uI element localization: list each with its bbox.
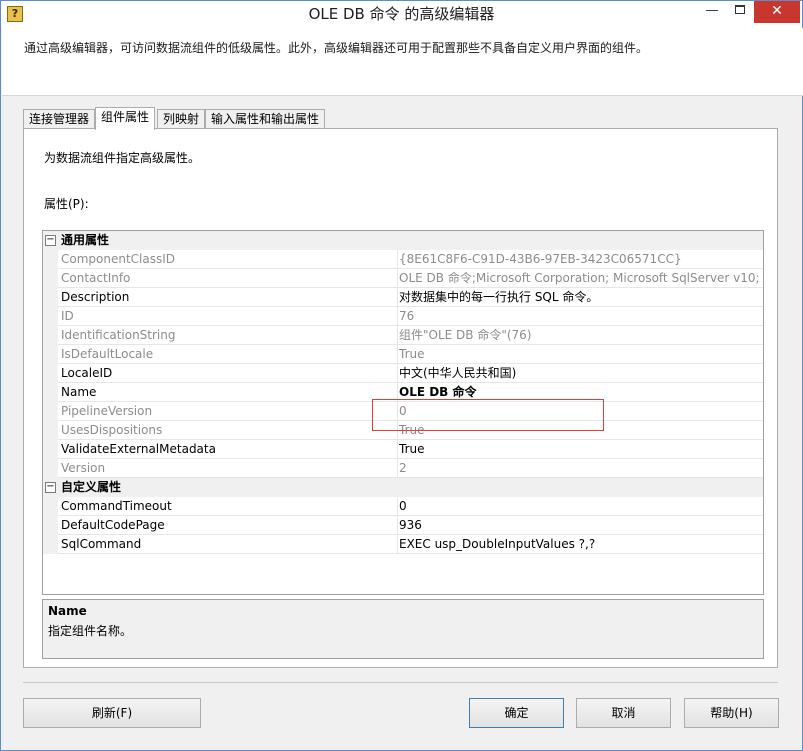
component-properties-panel: 为数据流组件指定高级属性。 属性(P): − 通用属性 ComponentCla… bbox=[23, 128, 778, 668]
property-row[interactable]: SqlCommand EXEC usp_DoubleInputValues ?,… bbox=[43, 535, 763, 554]
property-name: Name bbox=[58, 383, 398, 402]
property-name: ContactInfo bbox=[58, 269, 398, 288]
tab-column-mappings[interactable]: 列映射 bbox=[157, 109, 206, 129]
header-description: 通过高级编辑器，可访问数据流组件的低级属性。此外，高级编辑器还可用于配置那些不具… bbox=[24, 41, 649, 55]
help-button[interactable]: 帮助(H) bbox=[684, 698, 779, 728]
property-value[interactable]: True bbox=[398, 345, 763, 364]
category-common-properties[interactable]: − 通用属性 bbox=[43, 231, 763, 250]
tab-connection-managers[interactable]: 连接管理器 bbox=[23, 109, 96, 129]
tab-input-output-properties[interactable]: 输入属性和输出属性 bbox=[205, 109, 326, 129]
panel-description: 为数据流组件指定高级属性。 bbox=[44, 151, 201, 165]
close-button[interactable]: ✕ bbox=[754, 1, 800, 23]
collapse-icon[interactable]: − bbox=[45, 482, 56, 493]
property-name: SqlCommand bbox=[58, 535, 398, 554]
property-name: UsesDispositions bbox=[58, 421, 398, 440]
property-value[interactable]: {8E61C8F6-C91D-43B6-97EB-3423C06571CC} bbox=[398, 250, 763, 269]
property-value[interactable]: 2 bbox=[398, 459, 763, 478]
advanced-editor-window: ? OLE DB 命令 的高级编辑器 — ✕ 通过高级编辑器，可访问数据流组件的… bbox=[0, 0, 803, 751]
property-value[interactable]: True bbox=[398, 440, 763, 459]
property-row[interactable]: ComponentClassID {8E61C8F6-C91D-43B6-97E… bbox=[43, 250, 763, 269]
property-row[interactable]: ContactInfo OLE DB 命令;Microsoft Corporat… bbox=[43, 269, 763, 288]
property-name: IdentificationString bbox=[58, 326, 398, 345]
category-custom-properties[interactable]: − 自定义属性 bbox=[43, 478, 763, 497]
property-value[interactable]: 组件"OLE DB 命令"(76) bbox=[398, 326, 763, 345]
property-row[interactable]: Description 对数据集中的每一行执行 SQL 命令。 bbox=[43, 288, 763, 307]
title-bar: ? OLE DB 命令 的高级编辑器 — ✕ bbox=[1, 1, 802, 28]
ok-button[interactable]: 确定 bbox=[469, 698, 564, 728]
property-name: ValidateExternalMetadata bbox=[58, 440, 398, 459]
properties-label: 属性(P): bbox=[44, 197, 89, 211]
cancel-button[interactable]: 取消 bbox=[576, 698, 671, 728]
maximize-button[interactable] bbox=[726, 1, 754, 23]
property-row[interactable]: DefaultCodePage 936 bbox=[43, 516, 763, 535]
property-row[interactable]: IsDefaultLocale True bbox=[43, 345, 763, 364]
maximize-icon bbox=[735, 5, 745, 14]
property-name: PipelineVersion bbox=[58, 402, 398, 421]
property-name: Description bbox=[58, 288, 398, 307]
property-value[interactable]: 0 bbox=[398, 497, 763, 516]
category-label: 通用属性 bbox=[61, 233, 110, 247]
collapse-icon[interactable]: − bbox=[45, 235, 56, 246]
minimize-button[interactable]: — bbox=[698, 1, 726, 23]
property-value[interactable]: 76 bbox=[398, 307, 763, 326]
help-title: Name bbox=[48, 604, 87, 618]
property-name: ID bbox=[58, 307, 398, 326]
property-name: LocaleID bbox=[58, 364, 398, 383]
property-name: IsDefaultLocale bbox=[58, 345, 398, 364]
refresh-button[interactable]: 刷新(F) bbox=[23, 698, 201, 728]
property-value[interactable]: OLE DB 命令;Microsoft Corporation; Microso… bbox=[398, 269, 763, 288]
sql-command-highlight bbox=[372, 399, 604, 431]
header-strip: 通过高级编辑器，可访问数据流组件的低级属性。此外，高级编辑器还可用于配置那些不具… bbox=[2, 28, 803, 96]
category-label: 自定义属性 bbox=[61, 480, 122, 494]
property-name: DefaultCodePage bbox=[58, 516, 398, 535]
help-text: 指定组件名称。 bbox=[48, 624, 133, 638]
property-row[interactable]: ValidateExternalMetadata True bbox=[43, 440, 763, 459]
property-row[interactable]: IdentificationString 组件"OLE DB 命令"(76) bbox=[43, 326, 763, 345]
property-help-box: Name 指定组件名称。 bbox=[42, 599, 764, 659]
property-value[interactable]: 936 bbox=[398, 516, 763, 535]
property-name: ComponentClassID bbox=[58, 250, 398, 269]
window-title: OLE DB 命令 的高级编辑器 bbox=[308, 5, 495, 23]
property-value[interactable]: 对数据集中的每一行执行 SQL 命令。 bbox=[398, 288, 763, 307]
property-row[interactable]: LocaleID 中文(中华人民共和国) bbox=[43, 364, 763, 383]
footer-separator bbox=[23, 682, 778, 683]
property-row[interactable]: ID 76 bbox=[43, 307, 763, 326]
property-row[interactable]: CommandTimeout 0 bbox=[43, 497, 763, 516]
sql-command-value[interactable]: EXEC usp_DoubleInputValues ?,? bbox=[398, 535, 763, 554]
property-value[interactable]: 中文(中华人民共和国) bbox=[398, 364, 763, 383]
property-name: CommandTimeout bbox=[58, 497, 398, 516]
tab-component-properties[interactable]: 组件属性 bbox=[95, 107, 156, 130]
property-name: Version bbox=[58, 459, 398, 478]
property-row[interactable]: Version 2 bbox=[43, 459, 763, 478]
